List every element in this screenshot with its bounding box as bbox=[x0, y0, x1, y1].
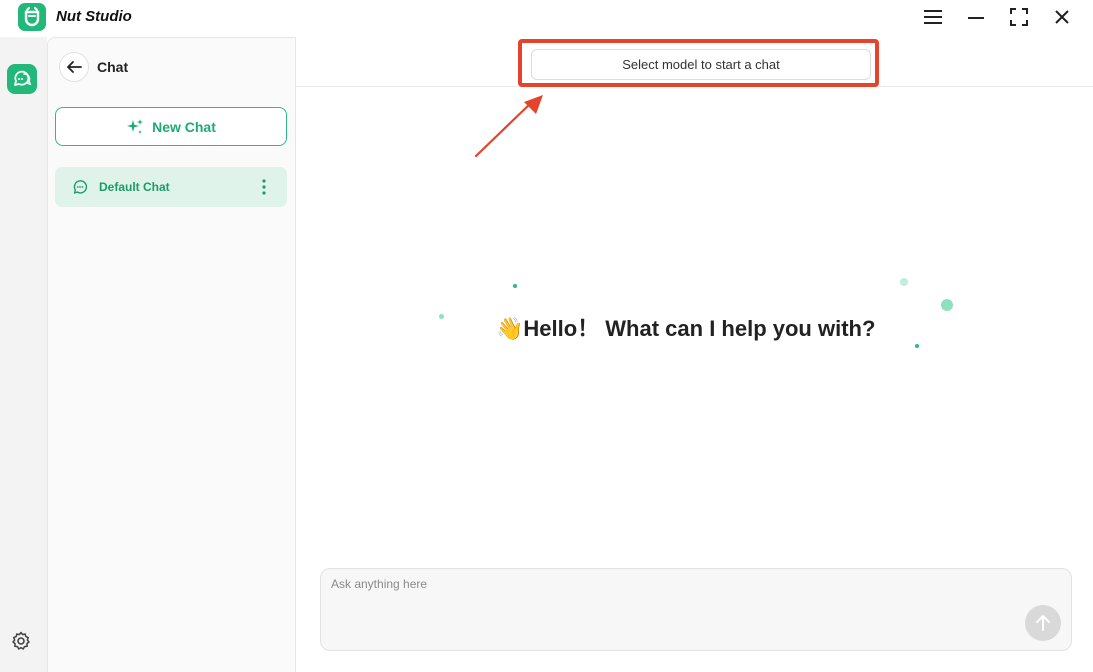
chat-input[interactable] bbox=[331, 577, 1011, 617]
close-icon[interactable] bbox=[1048, 4, 1076, 30]
arrow-up-icon bbox=[1036, 615, 1050, 631]
chat-sidebar: Chat New Chat Default Chat bbox=[47, 37, 296, 672]
new-chat-label: New Chat bbox=[152, 118, 216, 135]
left-rail bbox=[0, 37, 47, 672]
back-button[interactable] bbox=[59, 52, 89, 82]
minimize-icon[interactable] bbox=[962, 4, 990, 30]
chat-list-item[interactable]: Default Chat bbox=[55, 167, 287, 207]
model-select-button[interactable]: Select model to start a chat bbox=[531, 49, 871, 80]
chat-bubbles-icon[interactable] bbox=[7, 64, 37, 94]
decor-dot bbox=[915, 344, 919, 348]
app-logo bbox=[18, 3, 46, 31]
decor-dot bbox=[900, 278, 908, 286]
send-button[interactable] bbox=[1025, 605, 1061, 641]
decor-dot bbox=[941, 299, 953, 311]
arrow-left-icon bbox=[67, 61, 82, 73]
new-chat-button[interactable]: New Chat bbox=[55, 107, 287, 146]
sidebar-title: Chat bbox=[97, 59, 129, 75]
app-title: Nut Studio bbox=[56, 8, 132, 25]
more-vertical-icon[interactable] bbox=[256, 177, 272, 197]
greeting-heading: 👋Hello！ What can I help you with? bbox=[496, 316, 876, 341]
chat-bubble-icon bbox=[73, 180, 88, 194]
title-bar: Nut Studio bbox=[0, 0, 1093, 37]
sparkle-icon bbox=[127, 118, 144, 134]
decor-dot bbox=[513, 284, 517, 288]
hamburger-icon[interactable] bbox=[919, 4, 947, 30]
chat-main: Select model to start a chat 👋Hello！ Wha… bbox=[296, 37, 1093, 672]
maximize-icon[interactable] bbox=[1005, 4, 1033, 30]
gear-icon[interactable] bbox=[9, 629, 33, 653]
chat-item-label: Default Chat bbox=[99, 180, 170, 194]
annotation-arrow bbox=[474, 95, 543, 158]
chat-input-box bbox=[320, 568, 1072, 651]
decor-dot bbox=[439, 314, 444, 319]
